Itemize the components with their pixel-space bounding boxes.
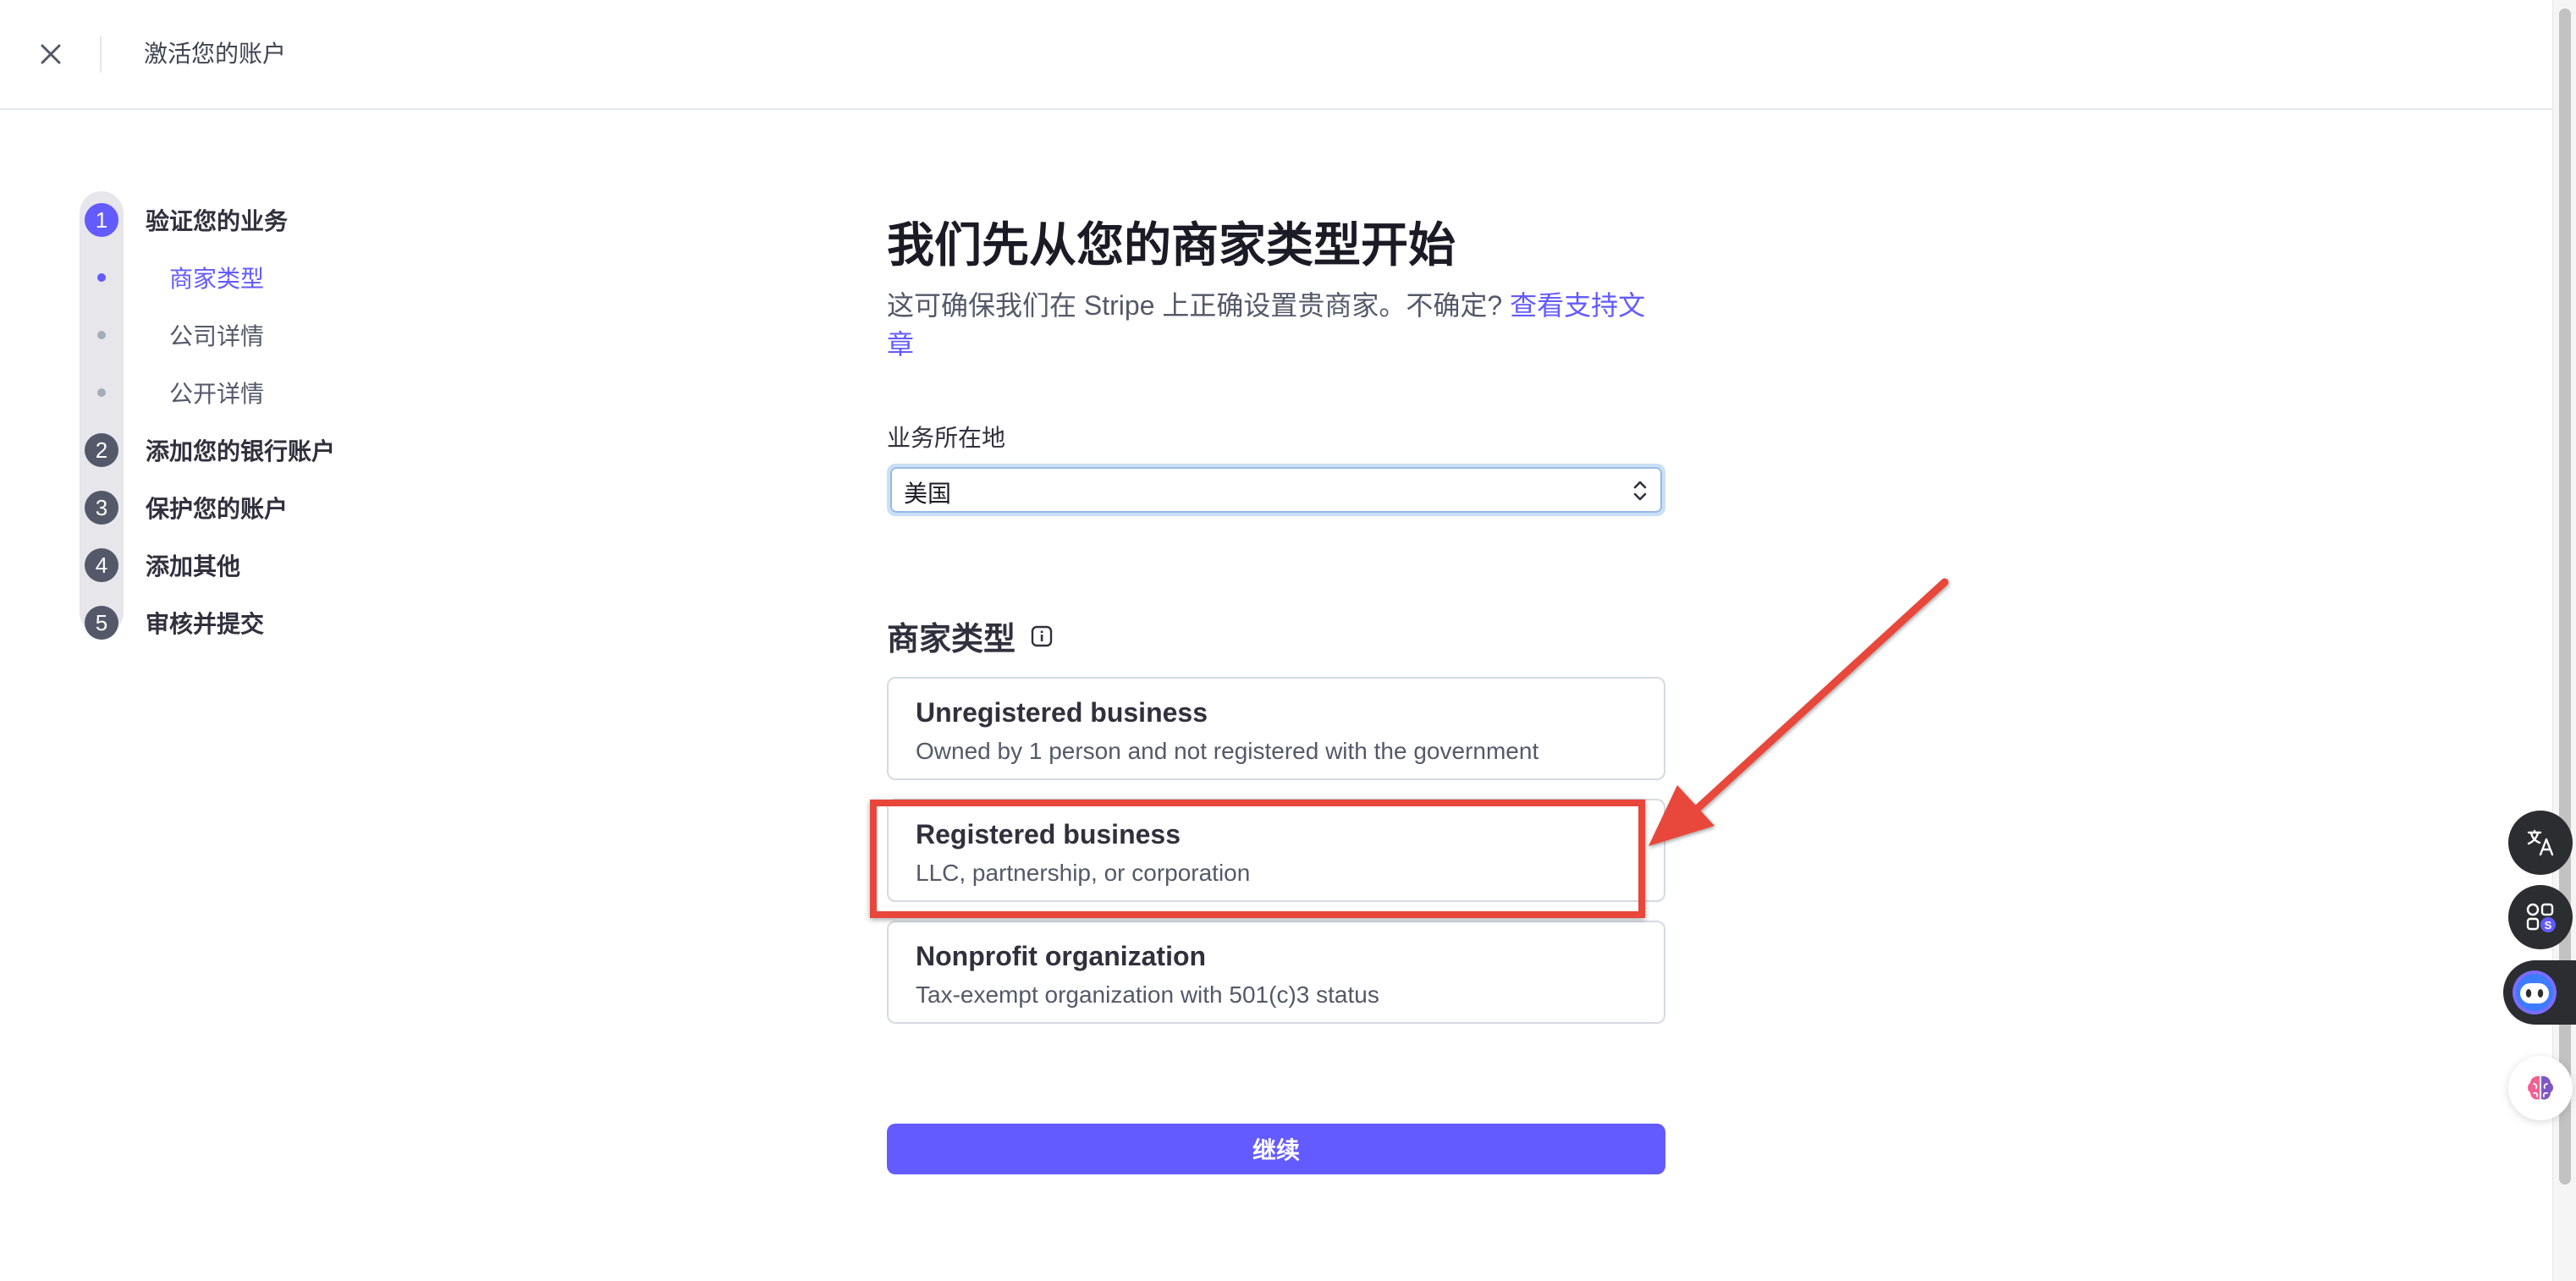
option-title: Unregistered business: [916, 697, 1208, 728]
location-label: 业务所在地: [887, 425, 1006, 451]
close-icon: [41, 44, 61, 64]
page-header-title: 激活您的账户: [144, 41, 287, 67]
business-type-title: 商家类型: [887, 622, 1016, 657]
substep-dot: [97, 331, 106, 339]
page-title: 我们先从您的商家类型开始: [887, 218, 1456, 272]
close-button[interactable]: [30, 37, 71, 71]
option-nonprofit-organization[interactable]: Nonprofit organization Tax-exempt organi…: [887, 921, 1665, 1024]
substep-company-details[interactable]: 公司详情: [80, 306, 435, 364]
annotation-highlight-box: [870, 800, 1645, 918]
step-number: 4: [85, 548, 118, 582]
step-secure-account[interactable]: 3 保护您的账户: [80, 479, 435, 536]
step-review-submit[interactable]: 5 审核并提交: [80, 594, 435, 651]
subtitle-text: 这可确保我们在 Stripe 上正确设置贵商家。不确定?: [887, 290, 1503, 321]
page: 激活您的账户 1 验证您的业务 商家类型 公司详情 公开详情 2 添加您的银行账…: [0, 0, 2576, 1281]
select-focus-ring: [890, 467, 1662, 513]
step-verify-business[interactable]: 1 验证您的业务: [80, 191, 435, 249]
main-form: 我们先从您的商家类型开始 这可确保我们在 Stripe 上正确设置贵商家。不确定…: [887, 212, 1665, 1174]
step-label: 验证您的业务: [146, 208, 289, 234]
step-label: 添加您的银行账户: [146, 438, 336, 465]
select-value: 美国: [904, 481, 952, 507]
step-number: 5: [85, 606, 118, 640]
info-icon[interactable]: [1031, 625, 1053, 647]
step-number: 2: [85, 433, 118, 467]
step-add-bank-account[interactable]: 2 添加您的银行账户: [80, 421, 435, 479]
substep-label: 商家类型: [169, 266, 265, 292]
page-subtitle: 这可确保我们在 Stripe 上正确设置贵商家。不确定? 查看支持文章: [887, 286, 1665, 364]
assistant-bot-button[interactable]: [2503, 960, 2576, 1025]
step-number: 1: [85, 203, 118, 237]
header-divider: [100, 36, 102, 73]
translate-button[interactable]: [2508, 811, 2573, 875]
translate-icon: [2527, 829, 2554, 856]
top-bar: 激活您的账户: [0, 0, 2552, 110]
option-description: Owned by 1 person and not registered wit…: [916, 738, 1539, 764]
ai-brain-button[interactable]: [2508, 1056, 2573, 1120]
option-description: Tax-exempt organization with 501(c)3 sta…: [916, 981, 1379, 1008]
apps-icon: S: [2526, 903, 2556, 932]
step-add-extras[interactable]: 4 添加其他: [80, 536, 435, 594]
substep-label: 公开详情: [169, 381, 265, 407]
option-unregistered-business[interactable]: Unregistered business Owned by 1 person …: [887, 677, 1665, 780]
step-label: 添加其他: [146, 553, 241, 580]
step-number: 3: [85, 491, 118, 525]
brain-icon: [2528, 1075, 2553, 1100]
onboarding-stepper: 1 验证您的业务 商家类型 公司详情 公开详情 2 添加您的银行账户 3 保护您…: [80, 191, 418, 648]
svg-text:S: S: [2545, 919, 2552, 932]
substep-label: 公司详情: [169, 323, 265, 349]
chevron-up-down-icon: [1633, 481, 1647, 501]
substep-dot: [97, 388, 106, 397]
step-label: 保护您的账户: [146, 496, 289, 522]
business-location-select[interactable]: 美国: [887, 464, 1665, 516]
substep-dot: [97, 273, 106, 282]
business-type-heading: 商家类型: [887, 613, 1053, 659]
step-label: 审核并提交: [146, 611, 265, 637]
continue-button[interactable]: 继续: [887, 1124, 1665, 1174]
bot-icon: [2513, 970, 2557, 1014]
annotation-arrow: [1649, 578, 1949, 846]
substep-public-details[interactable]: 公开详情: [80, 364, 435, 421]
apps-button[interactable]: S: [2508, 885, 2573, 949]
substep-business-type[interactable]: 商家类型: [80, 249, 435, 306]
option-title: Nonprofit organization: [916, 941, 1207, 971]
